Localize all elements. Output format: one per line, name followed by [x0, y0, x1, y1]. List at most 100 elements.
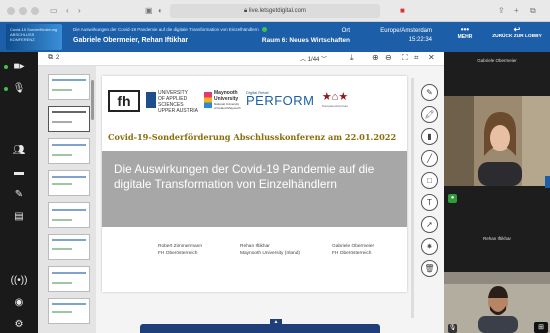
slide-thumbnail[interactable] — [48, 74, 90, 100]
document-icon[interactable]: ▤ — [8, 210, 30, 224]
back-to-lobby-button[interactable]: ↩ ZURÜCK ZUR LOBBY — [488, 25, 546, 40]
fit-screen-icon[interactable]: ⛶ — [402, 53, 408, 63]
close-icon[interactable]: ✕ — [428, 53, 435, 62]
timezone-label: Europe/Amsterdam — [380, 28, 432, 34]
participant-video[interactable] — [444, 96, 550, 186]
author-block: Robert Zimmermann FH Oberösterreich — [158, 243, 202, 257]
participant-video-image — [444, 96, 550, 186]
conference-logo: Covid-19 Sonderförderung ABSCHLUSS KONFE… — [6, 24, 62, 50]
privacy-icon[interactable]: ◐ — [158, 5, 163, 17]
room-name: Raum 6: Neues Wirtschaften — [261, 37, 350, 44]
slide-thumbnail[interactable] — [48, 106, 90, 132]
participant-videos: Gabriele Obermeier ● Rehan Iftikhar ⊞ 🎙︎ — [444, 52, 550, 333]
participants-icon[interactable]: 👥︎ — [8, 144, 30, 158]
share-icon[interactable]: ⇪ — [498, 5, 505, 17]
presentation-toolbar: ⧉ 2 ︿ 1/44 ﹀ ⤓ ⊕ ⊖ ⛶ ⌗ ✕ — [38, 52, 444, 66]
tab-overview-icon[interactable]: ⧉ — [530, 5, 536, 17]
pointer-tool-icon[interactable]: ➚ — [421, 216, 438, 233]
maynooth-logo: Maynooth University National University … — [204, 90, 242, 112]
presentation-icon[interactable]: ▬ — [8, 166, 30, 180]
slide-title: Covid-19-Sonderförderung Abschlusskonfer… — [108, 132, 397, 142]
author-affiliation: FH Oberösterreich — [158, 251, 198, 256]
university-upper-austria-logo: UNIVERSITY OF APPLIED SCIENCES UPPER AUS… — [146, 90, 198, 114]
settings-gear-icon[interactable]: ⚙ — [8, 318, 30, 332]
collapse-panel-icon[interactable] — [545, 176, 550, 188]
more-button[interactable]: ••• MEHR — [452, 25, 478, 41]
session-subtitle-text: Die Auswirkungen der Covid-19 Pandemie a… — [73, 27, 259, 32]
fh-logo: fh — [108, 90, 140, 112]
back-to-lobby-label: ZURÜCK ZUR LOBBY — [492, 34, 542, 39]
slide-thumbnail[interactable] — [48, 298, 90, 324]
browser-toolbar: ▭ ‹ › ▣ ◐ 🔒︎ live.letsgetdigital.com ■ ⇪… — [0, 0, 550, 22]
zoom-in-icon[interactable]: ⊕ — [372, 53, 379, 62]
slide-logos: fh UNIVERSITY OF APPLIED SCIENCES UPPER … — [108, 90, 315, 114]
slide-thumbnail[interactable] — [48, 234, 90, 260]
microphone-icon[interactable]: 🎙︎ — [448, 324, 457, 333]
author-name: Robert Zimmermann — [158, 244, 202, 249]
close-window-icon[interactable] — [7, 7, 15, 15]
participant-name: Rehan Iftikhar — [482, 236, 511, 241]
sidebar-toggle-icon[interactable]: ▭ — [50, 5, 58, 17]
marker-tool-icon[interactable]: 🖍︎ — [421, 106, 438, 123]
forward-icon[interactable]: › — [78, 5, 81, 17]
slide-thumbnail[interactable] — [48, 138, 90, 164]
text-tool-icon[interactable]: T — [421, 194, 438, 211]
author-name: Rehan Iftikhar — [240, 244, 270, 249]
slide-headline: Die Auswirkungen der Covid-19 Pandemie a… — [114, 162, 375, 191]
author-affiliation: FH Oberösterreich — [332, 251, 372, 256]
slide-thumbnail[interactable] — [48, 202, 90, 228]
new-tab-icon[interactable]: + — [514, 5, 519, 17]
slide-thumbnail[interactable] — [48, 266, 90, 292]
page-down-icon[interactable]: ﹀ — [321, 57, 327, 63]
location-label: Ort — [341, 28, 350, 34]
rectangle-tool-icon[interactable]: □ — [421, 172, 438, 189]
highlighter-tool-icon[interactable]: ▮ — [421, 128, 438, 145]
slide-thumbnail[interactable] — [48, 170, 90, 196]
presentation-scrollbar[interactable] — [411, 78, 414, 318]
annotation-tools: ✎ 🖍︎ ▮ ╱ □ T ➚ ✷ 🗑︎ — [416, 78, 444, 298]
minimize-window-icon[interactable] — [19, 7, 27, 15]
bottom-panel-handle[interactable] — [140, 324, 380, 333]
clock-time: 15:22:34 — [408, 37, 432, 43]
page-count-value: 2 — [56, 55, 60, 61]
competence-center-logo: ★⌂★ Kompetenzzentrum — [312, 90, 358, 112]
page-up-icon[interactable]: ︿ — [300, 57, 306, 63]
microphone-icon[interactable]: 🎙︎ — [4, 82, 30, 96]
session-speakers: Gabriele Obermeier, Rehan Iftikhar — [73, 37, 189, 44]
zoom-out-icon[interactable]: ⊖ — [385, 53, 392, 62]
participant-name: Gabriele Obermeier — [477, 58, 517, 63]
left-toolbar: ■▸ 🎙︎ 👥︎ ▬ ✎ ▤ ((•)) ◉ ⚙ — [0, 52, 38, 333]
author-block: Rehan Iftikhar Maynooth University (Irla… — [240, 243, 300, 257]
extension-icon[interactable]: ▣ — [145, 5, 153, 17]
crop-icon[interactable]: ⌗ — [414, 53, 419, 63]
delete-tool-icon[interactable]: 🗑︎ — [421, 260, 438, 277]
maximize-window-icon[interactable] — [31, 7, 39, 15]
author-affiliation: Maynooth University (Irland) — [240, 251, 300, 256]
laser-tool-icon[interactable]: ✷ — [421, 238, 438, 255]
house-stars-icon: ★⌂★ — [321, 91, 349, 103]
layout-grid-icon[interactable]: ⊞ — [534, 322, 548, 333]
address-bar[interactable]: 🔒︎ live.letsgetdigital.com — [170, 4, 380, 18]
microphone-active-icon: ● — [448, 194, 457, 203]
page-counter: ⧉ 2 — [48, 54, 59, 62]
page-indicator: 1/44 — [307, 57, 320, 63]
more-dots-icon: ••• — [460, 25, 470, 34]
line-tool-icon[interactable]: ╱ — [421, 150, 438, 167]
camera-icon[interactable]: ■▸ — [4, 60, 30, 74]
session-subtitle: Die Auswirkungen der Covid-19 Pandemie a… — [73, 27, 267, 33]
broadcast-icon[interactable]: ((•)) — [8, 274, 30, 288]
back-icon[interactable]: ‹ — [66, 5, 69, 17]
url-text: live.letsgetdigital.com — [248, 8, 306, 14]
perform-logo: PERFORM — [246, 93, 315, 108]
recording-icon[interactable]: ■ — [400, 5, 405, 17]
pencil-tool-icon[interactable]: ✎ — [421, 84, 438, 101]
page-navigation[interactable]: ︿ 1/44 ﹀ — [300, 54, 327, 63]
pen-icon[interactable]: ✎ — [8, 188, 30, 202]
record-icon[interactable]: ◉ — [8, 296, 30, 310]
current-slide: fh UNIVERSITY OF APPLIED SCIENCES UPPER … — [102, 76, 407, 292]
presentation-area: ⧉ 2 ︿ 1/44 ﹀ ⤓ ⊕ ⊖ ⛶ ⌗ ✕ fh UNIVERSITY OF… — [38, 52, 444, 333]
uas-line-2: OF APPLIED SCIENCES — [158, 96, 188, 108]
slide-headline-band: Die Auswirkungen der Covid-19 Pandemie a… — [102, 151, 407, 227]
download-icon[interactable]: ⤓ — [350, 53, 354, 63]
thumbnail-scrollbar[interactable] — [91, 80, 94, 120]
